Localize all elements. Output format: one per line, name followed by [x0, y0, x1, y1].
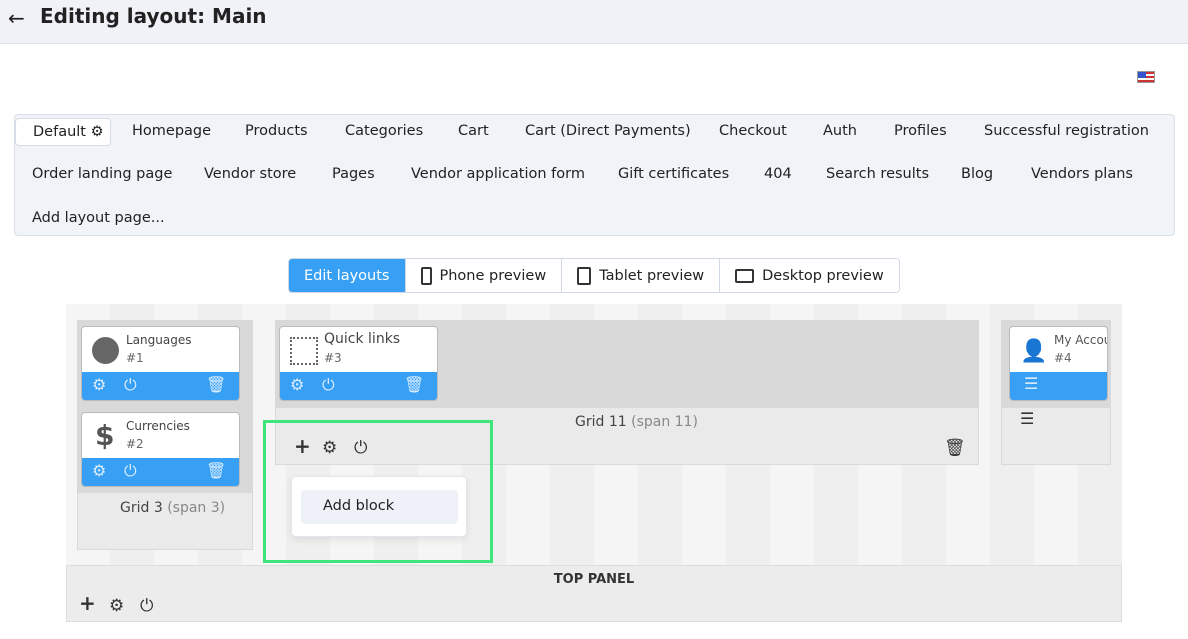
- tab-label: Default: [33, 124, 86, 140]
- top-panel-title: TOP PANEL: [553, 572, 635, 587]
- block-toolbar: ⚙ ⏻ 🗑: [82, 372, 239, 400]
- power-icon[interactable]: ⏻: [124, 461, 137, 481]
- block-name: Quick links: [324, 331, 401, 347]
- label: Edit layouts: [304, 267, 390, 284]
- view-mode-switcher: Edit layouts Phone preview Tablet previe…: [288, 258, 900, 293]
- grid-name: Grid 3: [120, 500, 163, 516]
- tablet-preview-button[interactable]: Tablet preview: [561, 259, 720, 292]
- grid-span: (span 3): [167, 500, 226, 516]
- block-languages[interactable]: Languages #1 ⚙ ⏻ 🗑: [81, 326, 240, 401]
- tab-cart[interactable]: Cart: [458, 118, 489, 144]
- plus-icon[interactable]: +: [79, 591, 96, 615]
- edit-layouts-button[interactable]: Edit layouts: [289, 259, 405, 292]
- trash-icon[interactable]: 🗑: [206, 375, 226, 394]
- user-icon: 👤: [1020, 339, 1048, 364]
- globe-icon: [92, 337, 119, 364]
- grid-3[interactable]: Languages #1 ⚙ ⏻ 🗑 $ Currencies #2 ⚙ ⏻ 🗑 Gri…: [77, 320, 253, 550]
- gear-icon[interactable]: ⚙: [92, 375, 106, 394]
- tab-vendor-store[interactable]: Vendor store: [204, 161, 296, 187]
- grid-label: Grid 11 (span 11): [575, 414, 698, 430]
- add-block-button[interactable]: Add block: [301, 490, 458, 524]
- block-id: #1: [126, 351, 144, 365]
- tab-default[interactable]: Default ⚙: [15, 118, 111, 146]
- block-toolbar: ⚙ ⏻ 🗑: [82, 458, 239, 486]
- gear-icon[interactable]: ⚙: [109, 596, 124, 616]
- desktop-preview-button[interactable]: Desktop preview: [719, 259, 899, 292]
- page-title: Editing layout: Main: [40, 4, 267, 28]
- block-name: Languages: [126, 333, 192, 347]
- tab-cart-direct[interactable]: Cart (Direct Payments): [525, 118, 691, 144]
- tab-vendors-plans[interactable]: Vendors plans: [1031, 161, 1133, 187]
- block-my-account[interactable]: 👤 My Account #4 ☰: [1009, 326, 1108, 401]
- tab-categories[interactable]: Categories: [345, 118, 423, 144]
- gear-icon[interactable]: ⚙: [92, 461, 106, 480]
- tab-homepage[interactable]: Homepage: [132, 118, 211, 144]
- gear-icon[interactable]: ⚙: [91, 124, 104, 140]
- tab-vendor-application[interactable]: Vendor application form: [411, 161, 585, 187]
- trash-icon[interactable]: 🗑: [944, 438, 966, 458]
- block-id: #4: [1054, 351, 1072, 365]
- label: Desktop preview: [762, 267, 884, 284]
- dotted-square-icon: [290, 337, 318, 365]
- add-layout-page-link[interactable]: Add layout page...: [32, 205, 165, 231]
- header: ← Editing layout: Main: [0, 0, 1188, 44]
- tab-checkout[interactable]: Checkout: [719, 118, 787, 144]
- trash-icon[interactable]: 🗑: [206, 461, 226, 480]
- label: Tablet preview: [599, 267, 705, 284]
- block-quick-links[interactable]: Quick links #3 ⚙ ⏻ 🗑: [279, 326, 438, 401]
- block-id: #2: [126, 437, 144, 451]
- grid-name: Grid 11: [575, 414, 627, 430]
- tab-gift-certificates[interactable]: Gift certificates: [618, 161, 729, 187]
- tab-auth[interactable]: Auth: [823, 118, 857, 144]
- block-name: My Account: [1054, 333, 1107, 347]
- phone-icon: [420, 266, 432, 285]
- block-name: Currencies: [126, 419, 190, 433]
- us-flag-icon[interactable]: [1137, 71, 1155, 83]
- phone-preview-button[interactable]: Phone preview: [404, 259, 562, 292]
- tab-blog[interactable]: Blog: [961, 161, 993, 187]
- tab-products[interactable]: Products: [245, 118, 308, 144]
- menu-icon[interactable]: ☰: [1020, 409, 1034, 428]
- tab-search-results[interactable]: Search results: [826, 161, 929, 187]
- trash-icon[interactable]: 🗑: [404, 375, 424, 394]
- arrow-left-icon[interactable]: ←: [8, 6, 25, 30]
- layout-tabs: Default ⚙ Homepage Products Categories C…: [14, 114, 1175, 236]
- block-toolbar: ☰: [1010, 372, 1107, 400]
- dollar-icon: $: [95, 419, 115, 452]
- power-icon[interactable]: ⏻: [124, 375, 137, 395]
- block-currencies[interactable]: $ Currencies #2 ⚙ ⏻ 🗑: [81, 412, 240, 487]
- top-panel[interactable]: TOP PANEL + ⚙ ⏻: [66, 565, 1122, 622]
- tab-successful-registration[interactable]: Successful registration: [984, 118, 1149, 144]
- add-menu-popup: Add block: [291, 476, 467, 537]
- tab-404[interactable]: 404: [764, 161, 792, 187]
- grid-label: Grid 3 (span 3): [120, 500, 225, 516]
- block-id: #3: [324, 351, 342, 365]
- label: Phone preview: [439, 267, 547, 284]
- menu-icon[interactable]: ☰: [1024, 374, 1038, 393]
- block-toolbar: ⚙ ⏻ 🗑: [280, 372, 437, 400]
- tab-order-landing[interactable]: Order landing page: [32, 161, 172, 187]
- gear-icon[interactable]: ⚙: [290, 375, 304, 394]
- power-icon[interactable]: ⏻: [140, 596, 153, 616]
- desktop-icon: [735, 268, 755, 283]
- tab-profiles[interactable]: Profiles: [894, 118, 947, 144]
- grid-right[interactable]: 👤 My Account #4 ☰ ☰: [1001, 320, 1111, 465]
- power-icon[interactable]: ⏻: [322, 375, 335, 395]
- tab-pages[interactable]: Pages: [332, 161, 375, 187]
- grid-span: (span 11): [631, 414, 698, 430]
- tablet-icon: [577, 266, 592, 285]
